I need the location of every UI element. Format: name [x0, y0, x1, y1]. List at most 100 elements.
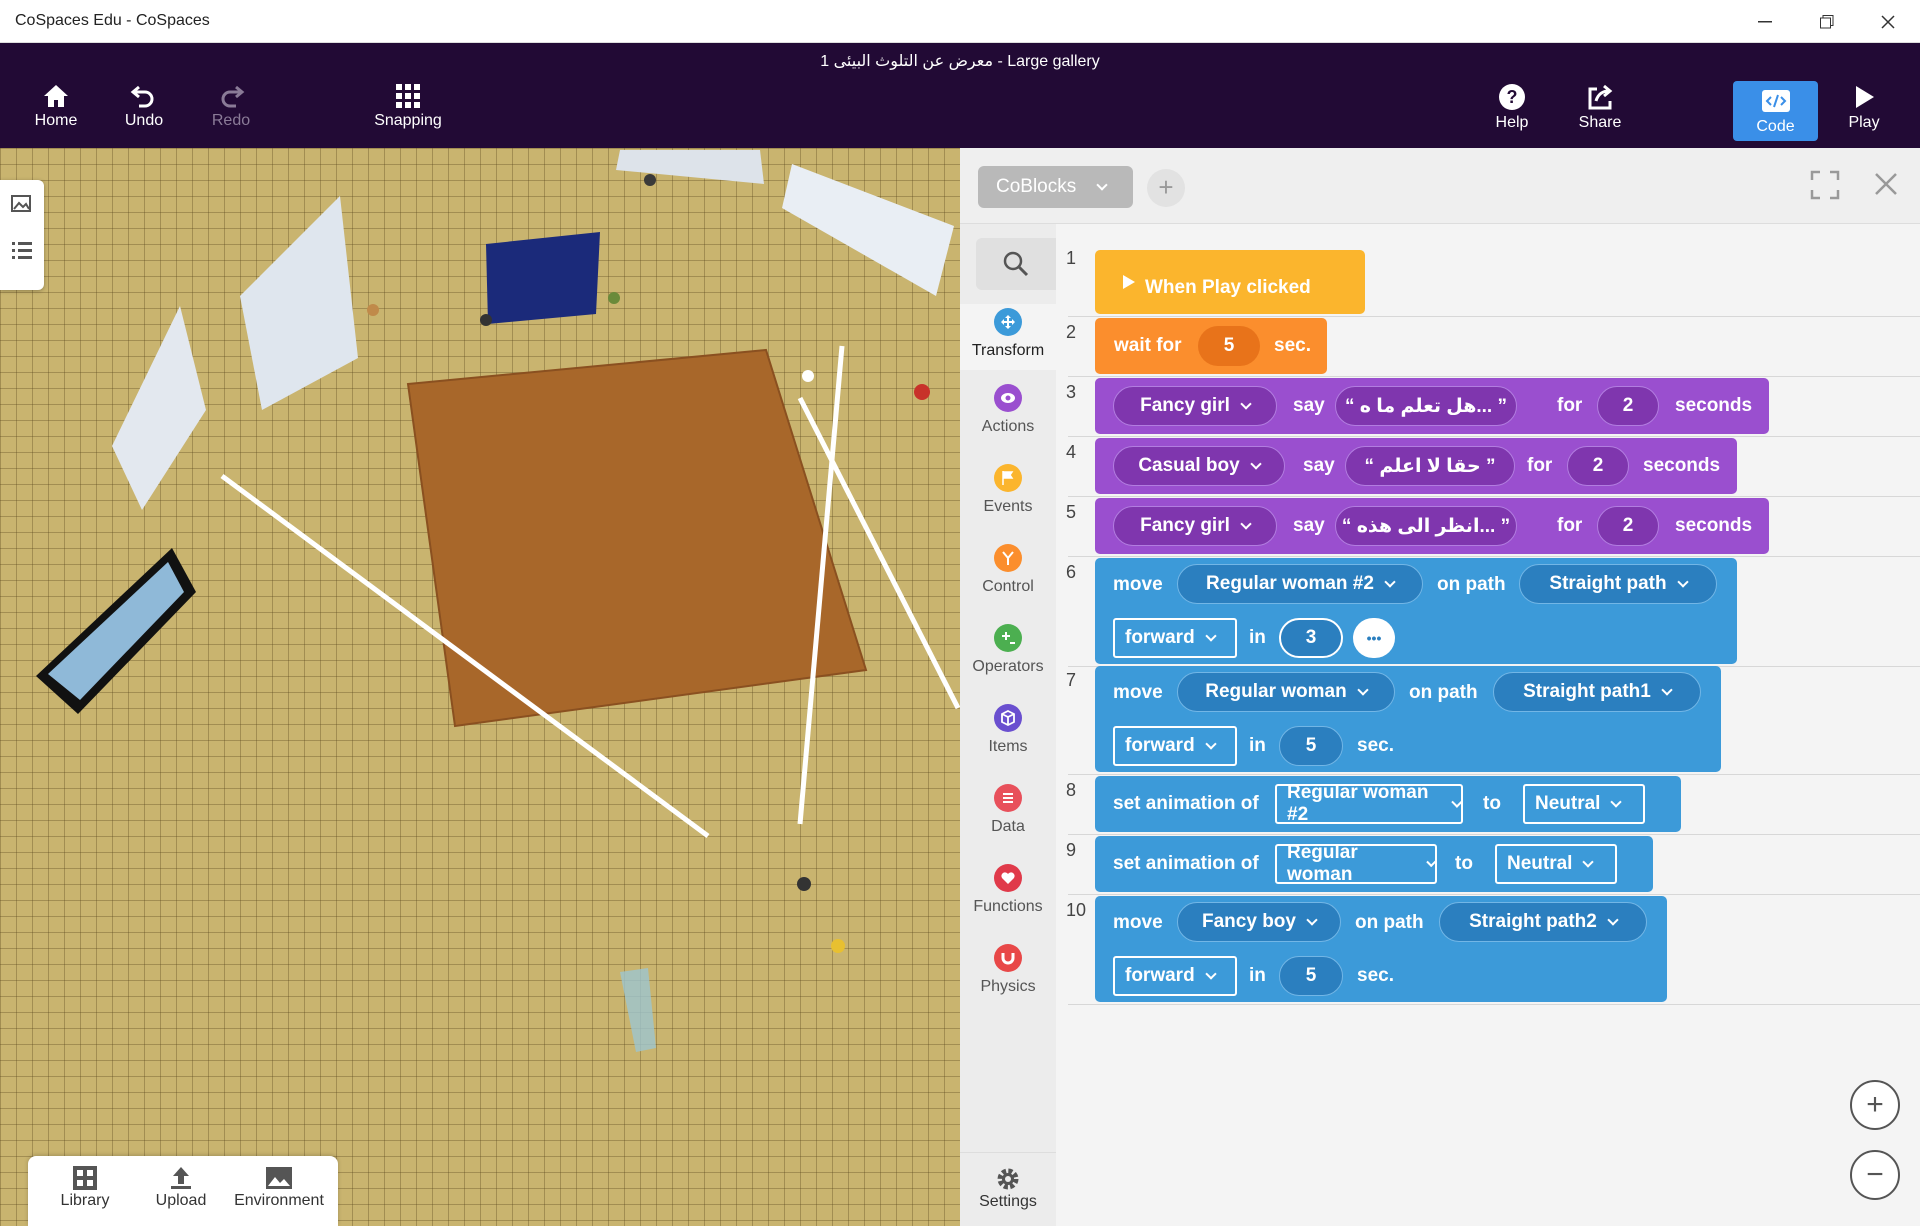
- duration-input[interactable]: 3: [1279, 618, 1343, 658]
- item-dropdown[interactable]: Regular woman: [1177, 672, 1395, 712]
- restore-button[interactable]: [1797, 0, 1857, 43]
- category-functions[interactable]: Functions: [960, 864, 1056, 916]
- upload-button[interactable]: Upload: [136, 1164, 226, 1210]
- category-actions[interactable]: Actions: [960, 384, 1056, 436]
- item-name: Regular woman #2: [1287, 782, 1429, 825]
- chevron-down-icon: [1676, 575, 1689, 588]
- duration-input[interactable]: 2: [1567, 446, 1629, 486]
- upload-icon: [171, 1167, 191, 1189]
- message-input[interactable]: “ هل تعلم ما ه... ”: [1335, 386, 1517, 426]
- category-control[interactable]: Control: [960, 544, 1056, 596]
- say-block[interactable]: Fancy girl say “ انظر الى هذه... ” for 2…: [1095, 498, 1769, 554]
- gallery-tab[interactable]: [10, 192, 34, 221]
- move-on-path-block[interactable]: move Regular woman on path Straight path…: [1095, 666, 1721, 772]
- duration-input[interactable]: 2: [1597, 506, 1659, 546]
- environment-button[interactable]: Environment: [234, 1164, 324, 1210]
- zoom-out-button[interactable]: −: [1850, 1150, 1900, 1200]
- say-block[interactable]: Casual boy say “ حقا لا اعلم ” for 2 sec…: [1095, 438, 1737, 494]
- code-button[interactable]: Code: [1733, 81, 1818, 141]
- message-input[interactable]: “ انظر الى هذه... ”: [1335, 506, 1517, 546]
- item-dropdown[interactable]: Fancy girl: [1113, 506, 1277, 546]
- project-title: 1 معرض عن التلوث البيئى - Large gallery: [820, 53, 1100, 70]
- block-text: seconds: [1675, 395, 1753, 416]
- path-dropdown[interactable]: Straight path: [1519, 564, 1717, 604]
- category-data[interactable]: Data: [960, 784, 1056, 836]
- item-dropdown[interactable]: Regular woman #2: [1177, 564, 1423, 604]
- category-transform[interactable]: Transform: [960, 304, 1056, 370]
- move-on-path-block[interactable]: move Fancy boy on path Straight path2 fo…: [1095, 896, 1667, 1002]
- set-animation-block[interactable]: set animation of Regular woman #2 to Neu…: [1095, 776, 1681, 832]
- animation-dropdown[interactable]: Neutral: [1523, 784, 1645, 824]
- item-dropdown[interactable]: Fancy boy: [1177, 902, 1341, 942]
- close-panel-button[interactable]: [1874, 172, 1898, 201]
- direction-dropdown[interactable]: forward: [1113, 956, 1237, 996]
- duration-input[interactable]: 5: [1279, 956, 1343, 996]
- category-operators[interactable]: Operators: [960, 624, 1056, 676]
- path-dropdown[interactable]: Straight path2: [1439, 902, 1647, 942]
- item-dropdown[interactable]: Regular woman #2: [1275, 782, 1463, 825]
- help-button[interactable]: ? Help: [1472, 83, 1552, 145]
- direction-dropdown[interactable]: forward: [1113, 618, 1237, 658]
- cube-icon: [994, 704, 1022, 732]
- duration-input[interactable]: 5: [1279, 726, 1343, 766]
- settings-button[interactable]: Settings: [960, 1152, 1056, 1226]
- block-text: in: [1249, 627, 1266, 648]
- animation-dropdown[interactable]: Neutral: [1495, 844, 1617, 884]
- line-number: 3: [1066, 382, 1077, 402]
- category-items[interactable]: Items: [960, 704, 1056, 756]
- glass-object: [620, 968, 656, 1052]
- set-animation-block[interactable]: set animation of Regular woman to Neutra…: [1095, 836, 1653, 892]
- search-icon: [1003, 251, 1029, 277]
- library-button[interactable]: Library: [40, 1164, 130, 1210]
- block-text: sec.: [1357, 735, 1394, 756]
- path-dropdown[interactable]: Straight path1: [1493, 672, 1701, 712]
- block-text: say: [1303, 455, 1335, 476]
- minimize-button[interactable]: [1735, 0, 1795, 43]
- heart-icon: [994, 864, 1022, 892]
- line-number: 9: [1066, 840, 1077, 860]
- move-on-path-block[interactable]: move Regular woman #2 on path Straight p…: [1095, 558, 1737, 664]
- duration-input[interactable]: 2: [1597, 386, 1659, 426]
- block-text: in: [1249, 735, 1266, 756]
- chevron-down-icon: [1250, 457, 1262, 470]
- snapping-label: Snapping: [374, 112, 442, 129]
- category-events[interactable]: Events: [960, 464, 1056, 516]
- when-play-clicked-block[interactable]: When Play clicked: [1095, 250, 1365, 314]
- chevron-down-icon: [1240, 517, 1252, 530]
- chevron-down-icon: [1384, 575, 1396, 588]
- redo-button[interactable]: Redo: [191, 83, 271, 145]
- wait-seconds-input[interactable]: 5: [1198, 326, 1260, 366]
- svg-text:?: ?: [1507, 87, 1518, 107]
- add-script-button[interactable]: +: [1147, 169, 1185, 207]
- direction-dropdown[interactable]: forward: [1113, 726, 1237, 766]
- message-input[interactable]: “ حقا لا اعلم ”: [1345, 446, 1515, 486]
- item-dropdown[interactable]: Regular woman: [1275, 842, 1437, 885]
- scene-viewport[interactable]: [0, 148, 960, 1226]
- block-text: wait for: [1114, 335, 1182, 356]
- block-text: to: [1455, 853, 1473, 874]
- category-physics[interactable]: Physics: [960, 944, 1056, 996]
- zoom-in-button[interactable]: +: [1850, 1080, 1900, 1130]
- redo-icon: [221, 85, 245, 108]
- object-list-tab[interactable]: [10, 238, 34, 267]
- item-dropdown[interactable]: Casual boy: [1113, 446, 1285, 486]
- block-search-button[interactable]: [976, 238, 1056, 290]
- category-label: Transform: [971, 342, 1045, 359]
- home-button[interactable]: Home: [16, 83, 96, 145]
- undo-button[interactable]: Undo: [104, 83, 184, 145]
- fullscreen-button[interactable]: [1810, 170, 1840, 205]
- line-number: 4: [1066, 442, 1077, 462]
- item-dropdown[interactable]: Fancy girl: [1113, 386, 1277, 426]
- wait-block[interactable]: wait for 5 sec.: [1095, 318, 1327, 374]
- path-name: Straight path: [1549, 573, 1667, 594]
- say-block[interactable]: Fancy girl say “ هل تعلم ما ه... ” for 2…: [1095, 378, 1769, 434]
- home-icon: [44, 85, 68, 107]
- more-options-button[interactable]: •••: [1353, 618, 1395, 658]
- coblocks-dropdown[interactable]: CoBlocks: [978, 166, 1133, 208]
- play-triangle-icon: [1123, 250, 1135, 314]
- line-number: 1: [1066, 248, 1077, 268]
- snapping-button[interactable]: Snapping: [368, 83, 448, 145]
- share-button[interactable]: Share: [1560, 83, 1640, 145]
- close-window-button[interactable]: [1858, 0, 1918, 43]
- play-button[interactable]: Play: [1824, 83, 1904, 145]
